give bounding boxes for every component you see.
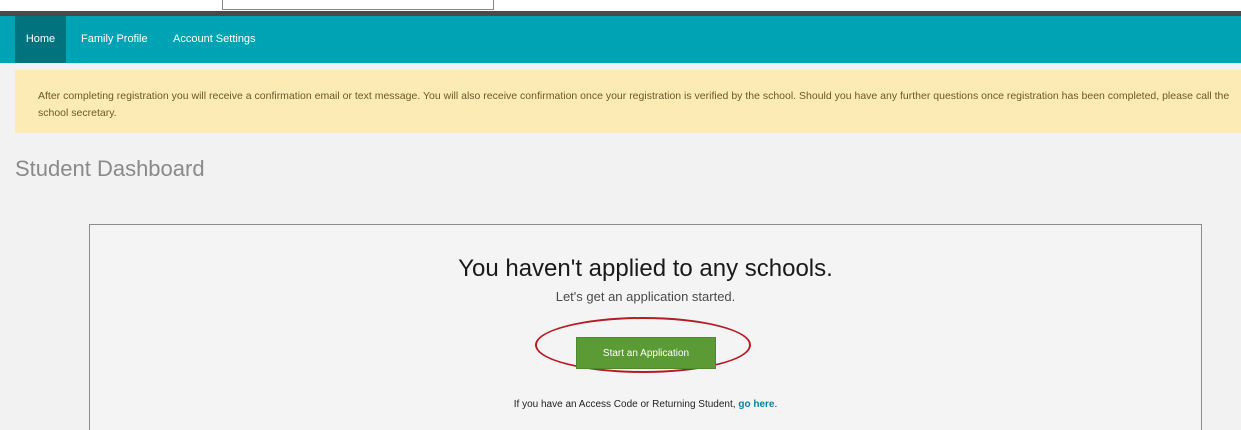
empty-state-subtext: Let's get an application started. — [555, 289, 736, 304]
registration-alert: After completing registration you will r… — [15, 70, 1241, 133]
access-code-text: If you have an Access Code or Returning … — [90, 399, 1201, 410]
alert-message: After completing registration you will r… — [38, 90, 1230, 119]
empty-state-headline: You haven't applied to any schools. — [458, 255, 833, 282]
start-application-button[interactable]: Start an Application — [576, 337, 716, 369]
page-title: Student Dashboard — [15, 156, 205, 181]
go-here-link[interactable]: go here — [738, 399, 774, 410]
access-code-prompt: If you have an Access Code or Returning … — [513, 399, 739, 410]
nav-account-settings[interactable]: Account Settings — [173, 16, 256, 63]
cropped-input-box — [222, 0, 494, 10]
nav-family-profile[interactable]: Family Profile — [81, 16, 148, 63]
top-navbar: Home Family Profile Account Settings — [0, 16, 1241, 63]
access-code-punct: . — [774, 399, 778, 410]
empty-state-panel: You haven't applied to any schools. Let'… — [89, 224, 1202, 430]
nav-home[interactable]: Home — [15, 16, 66, 63]
top-cropped-strip — [0, 0, 1241, 16]
